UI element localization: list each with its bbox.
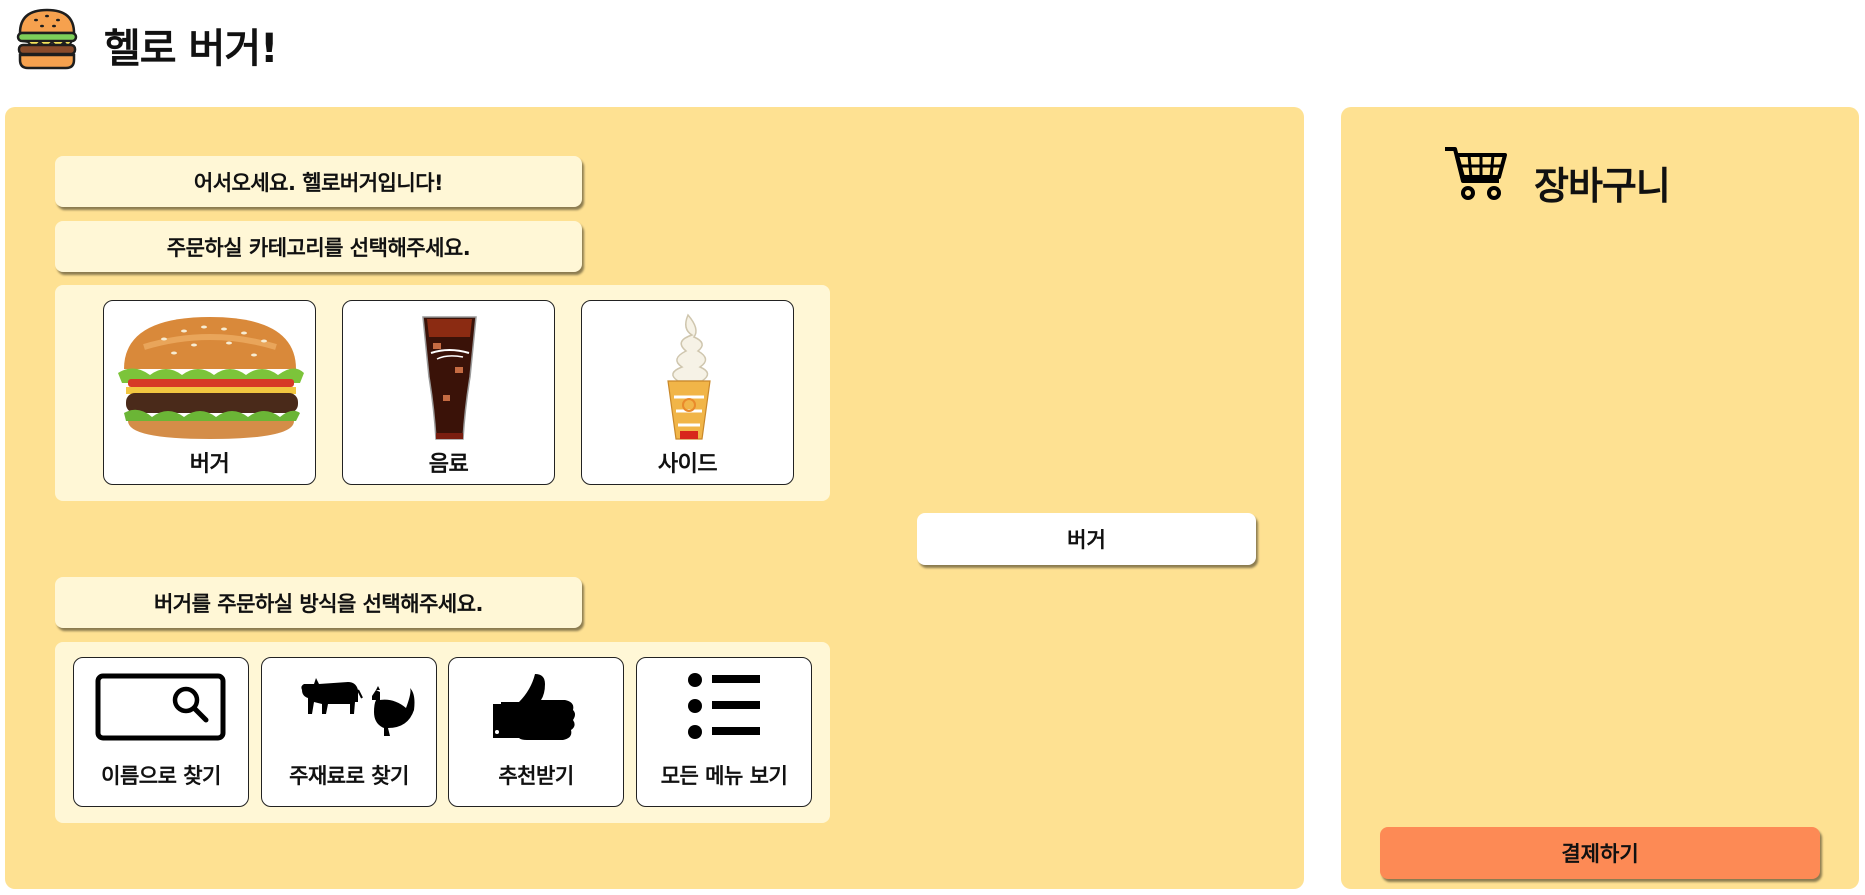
method-prompt: 버거를 주문하실 방식을 선택해주세요. [55,577,582,628]
recommend-label: 추천받기 [498,764,574,788]
shopping-cart-icon [1445,147,1507,200]
search-by-name-label: 이름으로 찾기 [101,764,221,788]
category-burger-label: 버거 [189,452,230,477]
category-prompt: 주문하실 카테고리를 선택해주세요. [55,221,582,272]
burger-logo-icon [16,8,78,70]
view-all-menu-label: 모든 메뉴 보기 [660,764,788,788]
category-drink-label: 음료 [428,452,469,477]
category-side-label: 사이드 [657,452,718,477]
app-title: 헬로 버거! [104,26,278,72]
category-drink-card[interactable]: 음료 [342,300,555,485]
checkout-button[interactable]: 결제하기 [1380,827,1820,879]
search-by-ingredient-label: 주재료로 찾기 [289,764,409,788]
thumbs-up-icon [493,674,575,740]
app-header: 헬로 버거! [0,0,1865,90]
method-tray: 이름으로 찾기 주재료로 찾기 추천받기 모든 메뉴 보기 [55,642,830,823]
ice-cream-cone-image [667,313,711,440]
cart-title: 장바구니 [1534,164,1671,208]
search-by-name-button[interactable]: 이름으로 찾기 [73,657,249,807]
category-side-card[interactable]: 사이드 [581,300,794,485]
burger-image [118,317,304,439]
cart-panel: 장바구니 결제하기 [1341,107,1859,889]
search-by-ingredient-button[interactable]: 주재료로 찾기 [261,657,437,807]
cola-cup-image [422,316,477,440]
selected-category: 버거 [917,513,1256,565]
cow-chicken-icon [301,678,415,736]
category-burger-card[interactable]: 버거 [103,300,316,485]
search-box-icon [95,673,226,741]
order-panel: 어서오세요. 헬로버거입니다! 주문하실 카테고리를 선택해주세요. 버거 음료… [5,107,1304,889]
view-all-menu-button[interactable]: 모든 메뉴 보기 [636,657,812,807]
list-icon [688,673,760,739]
recommend-button[interactable]: 추천받기 [448,657,624,807]
category-tray: 버거 음료 사이드 [55,285,830,501]
greeting-message: 어서오세요. 헬로버거입니다! [55,156,582,207]
